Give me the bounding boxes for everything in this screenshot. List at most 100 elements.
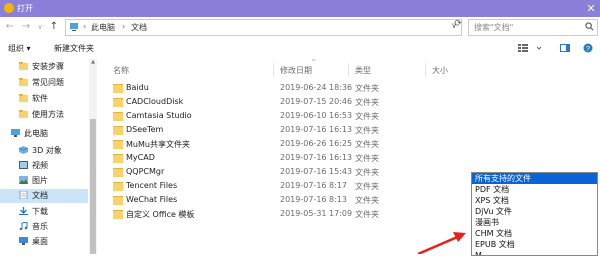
address-bar[interactable]: › 此电脑 › 文档 ∨ xyxy=(65,19,462,36)
table-row[interactable]: MuMu共享文件夹 2019-06-26 16:25 文件夹 xyxy=(97,138,477,152)
back-button[interactable]: ← xyxy=(4,20,16,34)
help-icon[interactable]: ? xyxy=(583,43,593,53)
file-type-option[interactable]: CHM 文档 xyxy=(472,228,597,239)
file-date: 2019-05-31 17:09 xyxy=(280,209,353,218)
sidebar-item-label: 文档 xyxy=(32,191,48,200)
table-row[interactable]: Tencent Files 2019-07-16 8:17 文件夹 xyxy=(97,180,477,194)
sidebar-item-label: 下载 xyxy=(32,207,48,216)
scrollbar-thumb[interactable] xyxy=(90,119,96,254)
file-type-option[interactable]: 漫画书 xyxy=(472,217,597,228)
folder-icon xyxy=(113,84,123,93)
table-row[interactable]: 自定义 Office 模板 2019-05-31 17:09 文件夹 xyxy=(97,208,477,222)
breadcrumb-documents[interactable]: 文档 xyxy=(131,22,147,33)
scroll-up-arrow-icon[interactable]: ▲ xyxy=(89,59,97,67)
file-name: Camtasia Studio xyxy=(126,111,192,120)
file-name: MuMu共享文件夹 xyxy=(126,140,190,149)
table-row[interactable]: QQPCMgr 2019-07-16 15:43 文件夹 xyxy=(97,166,477,180)
sidebar-scrollbar[interactable]: ▲ xyxy=(89,59,97,254)
file-type: 文件夹 xyxy=(355,196,379,205)
folder-icon xyxy=(113,182,123,191)
close-button[interactable]: ✕ xyxy=(582,0,600,17)
table-row[interactable]: Camtasia Studio 2019-06-10 16:53 文件夹 xyxy=(97,110,477,124)
column-divider[interactable] xyxy=(273,63,274,77)
new-folder-button[interactable]: 新建文件夹 xyxy=(54,43,94,54)
file-name: MyCAD xyxy=(126,153,155,162)
folder-icon xyxy=(113,98,123,107)
sidebar-item-faq[interactable]: 常见问题 xyxy=(0,76,88,90)
navigation-bar: ← → ∨ ↑ › 此电脑 › 文档 ∨ ⟳ 搜索"文档" xyxy=(0,17,600,37)
sidebar-item-label: 3D 对象 xyxy=(32,146,62,155)
sidebar-item-label: 安装步骤 xyxy=(32,62,64,71)
music-icon xyxy=(19,222,28,230)
up-button[interactable]: ↑ xyxy=(48,20,60,34)
sidebar-item-label: 视频 xyxy=(32,161,48,170)
command-bar: 组织 ▾ 新建文件夹 ? xyxy=(0,37,600,60)
file-type-dropdown-list[interactable]: 所有支持的文件 PDF 文档 XPS 文档 DjVu 文件 漫画书 CHM 文档… xyxy=(471,172,598,256)
sidebar-item-label: 使用方法 xyxy=(32,110,64,119)
folder-icon xyxy=(19,62,28,70)
file-type: 文件夹 xyxy=(355,126,379,135)
refresh-button[interactable]: ⟳ xyxy=(452,18,464,31)
sidebar-item-software[interactable]: 软件 xyxy=(0,92,88,106)
sidebar-item-3d-objects[interactable]: 3D 对象 xyxy=(0,144,88,158)
table-row[interactable]: DSeeTem 2019-07-16 16:13 文件夹 xyxy=(97,124,477,138)
file-name: Baidu xyxy=(126,83,149,92)
column-header-size[interactable]: 大小 xyxy=(432,65,448,76)
file-type-option[interactable]: PDF 文档 xyxy=(472,184,597,195)
file-name: QQPCMgr xyxy=(126,167,165,176)
file-date: 2019-06-10 16:53 xyxy=(280,111,353,120)
view-dropdown-icon[interactable] xyxy=(536,43,542,53)
download-icon xyxy=(19,207,28,215)
sidebar-item-label: 软件 xyxy=(32,94,48,103)
folder-icon xyxy=(19,94,28,102)
breadcrumb-separator: › xyxy=(122,22,126,31)
sidebar-item-documents[interactable]: 文档 xyxy=(0,189,88,203)
column-divider[interactable] xyxy=(348,63,349,77)
sidebar-item-pictures[interactable]: 图片 xyxy=(0,174,88,188)
file-type-option[interactable]: DjVu 文件 xyxy=(472,206,597,217)
file-type-option[interactable]: M... xyxy=(472,250,597,255)
forward-button[interactable]: → xyxy=(20,20,32,34)
folder-icon xyxy=(113,196,123,205)
desktop-icon xyxy=(19,237,28,245)
file-type: 文件夹 xyxy=(355,140,379,149)
recent-locations-button[interactable]: ∨ xyxy=(34,20,46,34)
file-type-option[interactable]: 所有支持的文件 xyxy=(472,173,597,184)
sidebar-item-downloads[interactable]: 下载 xyxy=(0,205,88,219)
file-type: 文件夹 xyxy=(355,98,379,107)
sidebar-item-install-steps[interactable]: 安装步骤 xyxy=(0,60,88,74)
sidebar-item-desktop[interactable]: 桌面 xyxy=(0,235,88,249)
cube-icon xyxy=(19,146,28,154)
organize-menu[interactable]: 组织 ▾ xyxy=(8,43,31,54)
file-type: 文件夹 xyxy=(355,210,379,219)
sidebar-item-this-pc[interactable]: 此电脑 xyxy=(0,127,88,141)
table-row[interactable]: MyCAD 2019-07-16 16:13 文件夹 xyxy=(97,152,477,166)
computer-icon xyxy=(11,129,20,137)
file-type-option[interactable]: XPS 文档 xyxy=(472,195,597,206)
column-header-name[interactable]: 名称 xyxy=(113,65,129,76)
breadcrumb-this-pc[interactable]: 此电脑 xyxy=(91,22,115,33)
sidebar-item-music[interactable]: 音乐 xyxy=(0,220,88,234)
column-divider[interactable] xyxy=(425,63,426,77)
table-row[interactable]: CADCloudDisk 2019-07-15 20:46 文件夹 xyxy=(97,96,477,110)
folder-icon xyxy=(113,140,123,149)
navigation-pane: 安装步骤 常见问题 软件 使用方法 此电脑 3D 对象 视频 图片 文档 下载 … xyxy=(0,59,90,254)
sidebar-item-usage[interactable]: 使用方法 xyxy=(0,108,88,122)
file-date: 2019-06-24 18:36 xyxy=(280,83,353,92)
file-type-option[interactable]: EPUB 文档 xyxy=(472,239,597,250)
search-input[interactable]: 搜索"文档" xyxy=(468,19,598,36)
table-row[interactable]: Baidu 2019-06-24 18:36 文件夹 xyxy=(97,82,477,96)
computer-icon xyxy=(70,23,78,31)
file-name: 自定义 Office 模板 xyxy=(126,210,195,219)
search-placeholder: 搜索"文档" xyxy=(474,23,514,32)
view-options-icon[interactable] xyxy=(518,43,528,53)
sidebar-item-videos[interactable]: 视频 xyxy=(0,159,88,173)
column-header-modified[interactable]: 修改日期 xyxy=(280,65,312,76)
preview-pane-icon[interactable] xyxy=(560,43,570,53)
file-date: 2019-06-26 16:25 xyxy=(280,139,353,148)
table-row[interactable]: WeChat Files 2019-07-16 8:13 文件夹 xyxy=(97,194,477,208)
file-name: WeChat Files xyxy=(126,195,178,204)
folder-icon xyxy=(113,168,123,177)
column-header-type[interactable]: 类型 xyxy=(355,65,371,76)
breadcrumb-separator: › xyxy=(83,22,87,31)
